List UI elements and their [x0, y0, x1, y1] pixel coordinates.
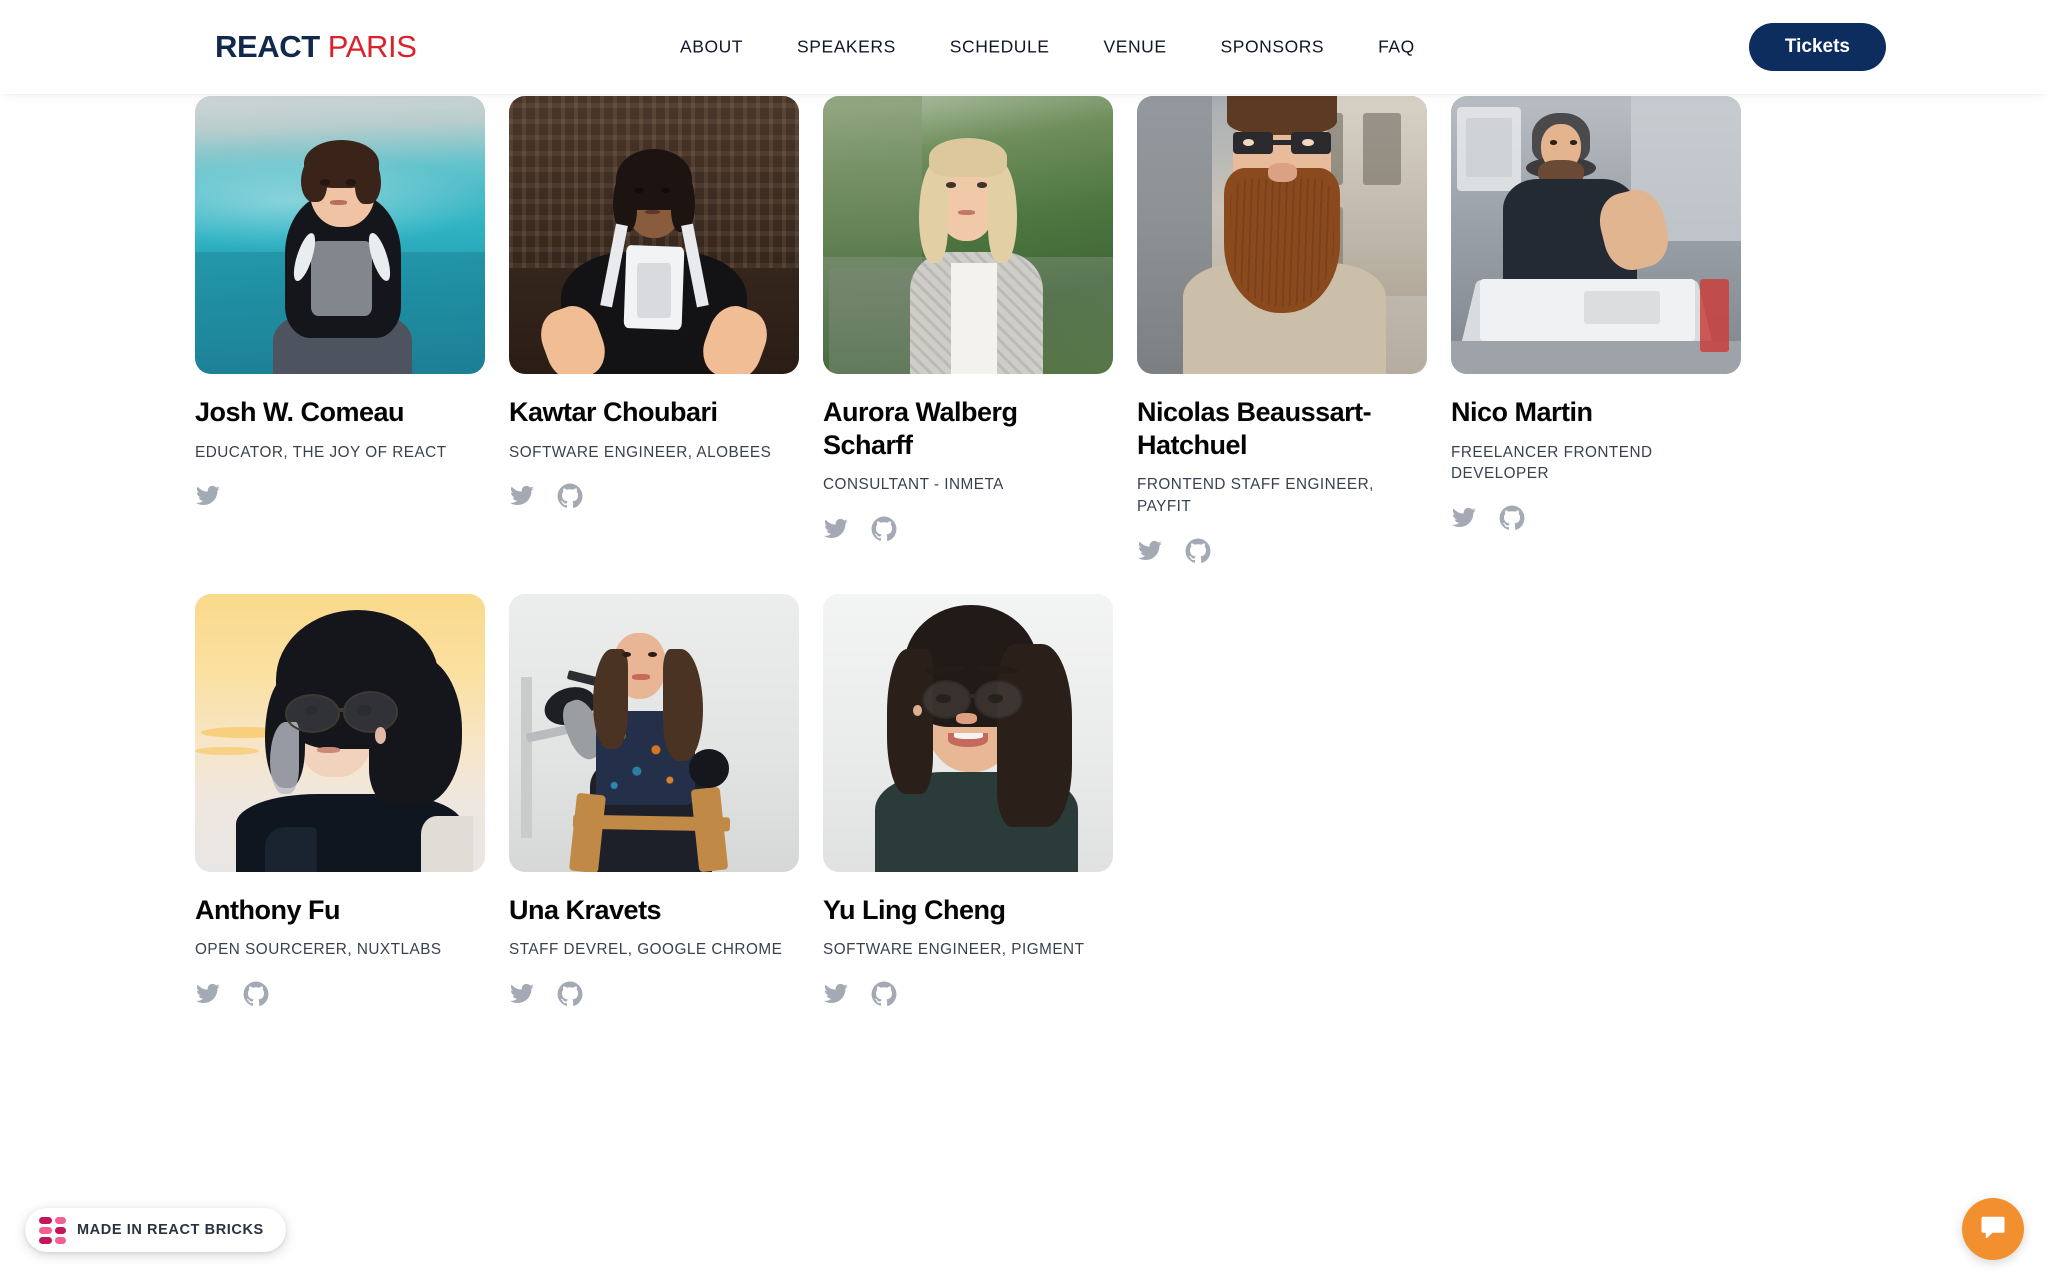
speaker-socials — [1451, 505, 1741, 531]
speaker-socials — [1137, 538, 1427, 564]
speaker-socials — [195, 981, 485, 1007]
speaker-photo — [195, 593, 485, 872]
speaker-role: OPEN SOURCERER, NUXTLABS — [195, 941, 442, 959]
twitter-icon[interactable] — [509, 981, 535, 1007]
speaker-name: Anthony Fu — [195, 894, 340, 925]
speaker-name: Nico Martin — [1451, 397, 1593, 427]
speaker-socials — [509, 981, 799, 1007]
site-logo[interactable]: REACT PARIS — [215, 29, 417, 65]
speaker-socials — [509, 483, 799, 509]
chat-widget-button[interactable] — [1962, 1198, 2024, 1260]
speaker-card[interactable]: Una Kravets STAFF DEVREL, GOOGLE CHROME — [509, 593, 799, 1007]
github-icon[interactable] — [557, 981, 583, 1007]
speaker-photo — [1137, 96, 1427, 374]
react-bricks-logo-icon — [39, 1216, 66, 1244]
speaker-role: FREELANCER FRONTEND DEVELOPER — [1451, 443, 1653, 483]
speaker-name: Josh W. Comeau — [195, 397, 405, 427]
github-icon[interactable] — [871, 981, 897, 1007]
github-icon[interactable] — [1185, 538, 1211, 564]
speakers-row: Anthony Fu OPEN SOURCERER, NUXTLABS Una … — [195, 593, 1875, 1007]
speaker-socials — [195, 483, 485, 509]
speaker-photo — [1451, 96, 1741, 374]
speaker-socials — [823, 981, 1113, 1007]
twitter-icon[interactable] — [195, 981, 221, 1007]
speaker-card[interactable]: Kawtar Choubari SOFTWARE ENGINEER, ALOBE… — [509, 96, 799, 564]
logo-paris-text: PARIS — [327, 29, 417, 64]
speaker-role: STAFF DEVREL, GOOGLE CHROME — [509, 941, 783, 959]
speaker-photo — [823, 96, 1113, 374]
nav-item-schedule[interactable]: SCHEDULE — [950, 29, 1050, 66]
twitter-icon[interactable] — [509, 483, 535, 509]
speaker-photo — [509, 593, 799, 872]
speaker-name: Una Kravets — [509, 894, 662, 925]
github-icon[interactable] — [243, 981, 269, 1007]
speaker-name: Kawtar Choubari — [509, 397, 718, 427]
speaker-name: Aurora Walberg Scharff — [823, 397, 1018, 460]
speaker-photo — [823, 593, 1113, 872]
speaker-name: Yu Ling Cheng — [823, 894, 1006, 925]
made-in-react-bricks-badge[interactable]: MADE IN REACT BRICKS — [25, 1208, 286, 1252]
speaker-card[interactable]: Nicolas Beaussart-Hatchuel FRONTEND STAF… — [1137, 96, 1427, 564]
logo-react-text: REACT — [215, 29, 320, 64]
twitter-icon[interactable] — [195, 483, 221, 509]
badge-label: MADE IN REACT BRICKS — [77, 1222, 264, 1238]
nav-item-speakers[interactable]: SPEAKERS — [797, 29, 896, 66]
chat-bubble-icon — [1978, 1213, 2008, 1246]
speaker-role: CONSULTANT - INMETA — [823, 476, 1004, 494]
speaker-card[interactable]: Anthony Fu OPEN SOURCERER, NUXTLABS — [195, 593, 485, 1007]
github-icon[interactable] — [871, 516, 897, 542]
speaker-role: SOFTWARE ENGINEER, PIGMENT — [823, 941, 1085, 959]
twitter-icon[interactable] — [823, 516, 849, 542]
nav-item-faq[interactable]: FAQ — [1378, 29, 1415, 66]
main-navigation: ABOUT SPEAKERS SCHEDULE VENUE SPONSORS F… — [680, 29, 1415, 66]
nav-item-sponsors[interactable]: SPONSORS — [1221, 29, 1325, 66]
speaker-card[interactable]: Nico Martin FREELANCER FRONTEND DEVELOPE… — [1451, 96, 1741, 564]
twitter-icon[interactable] — [1451, 505, 1477, 531]
speakers-row: Josh W. Comeau EDUCATOR, THE JOY OF REAC… — [195, 96, 1875, 564]
github-icon[interactable] — [1499, 505, 1525, 531]
nav-item-venue[interactable]: VENUE — [1104, 29, 1167, 66]
speaker-role: SOFTWARE ENGINEER, ALOBEES — [509, 443, 772, 461]
speaker-role: FRONTEND STAFF ENGINEER, PAYFIT — [1137, 476, 1374, 516]
speakers-grid: Josh W. Comeau EDUCATOR, THE JOY OF REAC… — [195, 96, 1875, 1007]
speaker-photo — [509, 96, 799, 374]
speaker-photo — [195, 96, 485, 374]
speaker-socials — [823, 516, 1113, 542]
speaker-card[interactable]: Josh W. Comeau EDUCATOR, THE JOY OF REAC… — [195, 96, 485, 564]
twitter-icon[interactable] — [1137, 538, 1163, 564]
speaker-card[interactable]: Aurora Walberg Scharff CONSULTANT - INME… — [823, 96, 1113, 564]
site-header: REACT PARIS ABOUT SPEAKERS SCHEDULE VENUE… — [0, 0, 2048, 94]
speaker-card[interactable]: Yu Ling Cheng SOFTWARE ENGINEER, PIGMENT — [823, 593, 1113, 1007]
github-icon[interactable] — [557, 483, 583, 509]
twitter-icon[interactable] — [823, 981, 849, 1007]
speaker-role: EDUCATOR, THE JOY OF REACT — [195, 443, 447, 461]
nav-item-about[interactable]: ABOUT — [680, 29, 743, 66]
tickets-button[interactable]: Tickets — [1748, 23, 1886, 71]
speaker-name: Nicolas Beaussart-Hatchuel — [1137, 397, 1372, 460]
